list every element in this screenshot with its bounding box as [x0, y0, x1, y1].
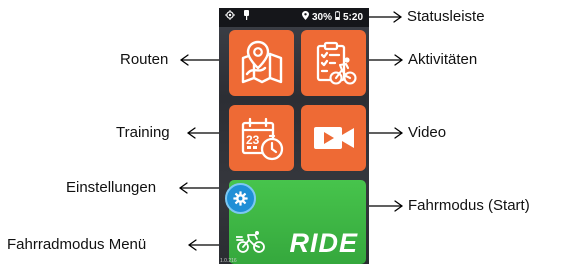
location-icon	[301, 8, 309, 27]
svg-text:23: 23	[246, 133, 260, 147]
pin-icon	[243, 8, 250, 27]
video-camera-icon	[313, 127, 354, 149]
status-time: 5:20	[342, 12, 363, 23]
label-routen: Routen	[120, 51, 169, 68]
battery-icon	[335, 8, 340, 27]
label-training: Training	[116, 124, 170, 141]
battery-percent: 30%	[311, 12, 332, 23]
tile-routen[interactable]	[229, 30, 294, 96]
tile-video[interactable]	[301, 105, 366, 171]
gear-icon	[233, 191, 248, 206]
status-bar: 30% 5:20	[219, 8, 369, 27]
label-fahrmodus: Fahrmodus (Start)	[408, 197, 530, 214]
tile-aktivitaeten[interactable]	[301, 30, 366, 96]
ride-label: RIDE	[289, 228, 358, 258]
map-pin-icon	[241, 40, 282, 84]
clipboard-cyclist-icon	[316, 41, 357, 85]
label-aktivitaeten: Aktivitäten	[408, 51, 478, 68]
tile-training[interactable]: 23	[229, 105, 294, 171]
label-statusleiste: Statusleiste	[407, 8, 485, 25]
label-einstellungen: Einstellungen	[66, 179, 157, 196]
gps-icon	[225, 8, 235, 27]
version-label: 1.0.216	[220, 258, 237, 264]
settings-gear-button[interactable]	[225, 183, 256, 214]
cyclist-icon[interactable]	[235, 231, 266, 258]
device-screen: 30% 5:20 23 RIDE 1.0.216	[219, 8, 369, 264]
label-fahrradmodus-menu: Fahrradmodus Menü	[7, 236, 147, 253]
calendar-timer-icon: 23	[241, 117, 283, 161]
label-video: Video	[408, 124, 447, 141]
